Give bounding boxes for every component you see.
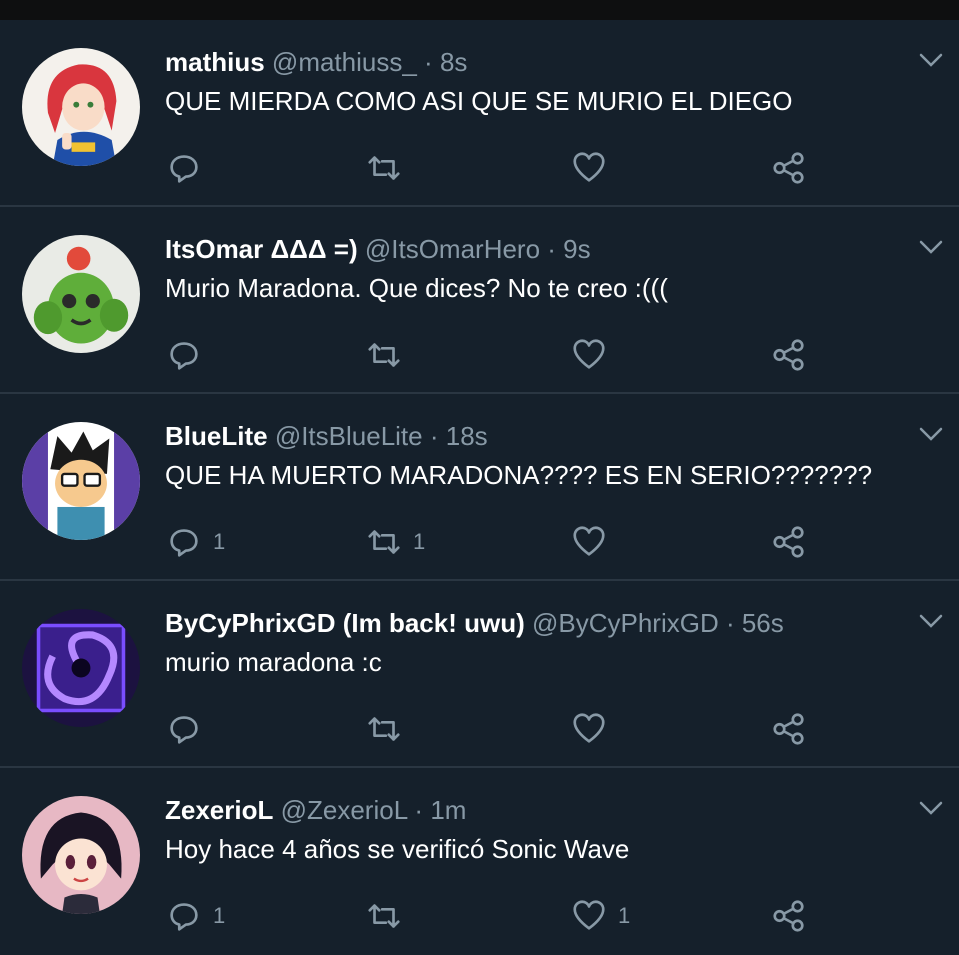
- retweet-icon: [368, 717, 400, 741]
- heart-icon: [573, 339, 605, 369]
- like-button[interactable]: [570, 709, 618, 749]
- tweet-feed: mathius @mathiuss_ · 8s QUE MIERDA COMO …: [0, 20, 959, 955]
- share-icon: [773, 900, 804, 932]
- retweet-button[interactable]: [365, 148, 413, 188]
- tweet-header: ByCyPhrixGD (Im back! uwu) @ByCyPhrixGD …: [165, 607, 784, 639]
- reply-icon: [170, 716, 198, 744]
- tweet[interactable]: ItsOmar ΔΔΔ =) @ItsOmarHero · 9s Murio M…: [0, 207, 959, 394]
- like-button[interactable]: 1: [570, 896, 630, 936]
- retweet-icon: [368, 156, 400, 180]
- like-count: 1: [618, 903, 631, 928]
- retweet-icon: [368, 530, 400, 554]
- tweet-actions: [165, 335, 825, 375]
- handle[interactable]: @ItsOmarHero: [365, 234, 540, 264]
- display-name[interactable]: ZexerioL: [165, 795, 273, 825]
- tweet-actions: [165, 709, 825, 749]
- avatar[interactable]: [22, 422, 140, 540]
- timestamp[interactable]: 56s: [742, 608, 784, 638]
- chevron-down-icon[interactable]: [917, 424, 945, 444]
- timestamp[interactable]: 18s: [446, 421, 488, 451]
- display-name[interactable]: ByCyPhrixGD (Im back! uwu): [165, 608, 525, 638]
- share-button[interactable]: [770, 896, 808, 936]
- tweet-text: Hoy hace 4 años se verificó Sonic Wave: [165, 834, 630, 864]
- tweet-actions: 1 1: [165, 896, 825, 936]
- timestamp[interactable]: 1m: [430, 795, 466, 825]
- share-button[interactable]: [770, 335, 808, 375]
- share-button[interactable]: [770, 522, 808, 562]
- top-bar: [0, 0, 959, 20]
- separator: ·: [407, 795, 431, 825]
- heart-icon: [573, 713, 605, 743]
- tweet-header: ItsOmar ΔΔΔ =) @ItsOmarHero · 9s: [165, 233, 591, 265]
- tweet[interactable]: mathius @mathiuss_ · 8s QUE MIERDA COMO …: [0, 20, 959, 207]
- heart-icon: [573, 900, 605, 930]
- tweet-text: Murio Maradona. Que dices? No te creo :(…: [165, 273, 668, 303]
- tweet-text: QUE HA MUERTO MARADONA???? ES EN SERIO??…: [165, 460, 873, 490]
- reply-button[interactable]: [165, 709, 213, 749]
- like-button[interactable]: [570, 335, 618, 375]
- handle[interactable]: @ItsBlueLite: [275, 421, 423, 451]
- share-icon: [773, 713, 804, 745]
- avatar[interactable]: [22, 609, 140, 727]
- retweet-button[interactable]: 1: [365, 522, 425, 562]
- handle[interactable]: @mathiuss_: [272, 47, 417, 77]
- retweet-button[interactable]: [365, 709, 413, 749]
- tweet-header: BlueLite @ItsBlueLite · 18s: [165, 420, 488, 452]
- reply-icon: [170, 155, 198, 183]
- like-button[interactable]: [570, 522, 618, 562]
- reply-count: 1: [213, 903, 226, 928]
- like-button[interactable]: [570, 148, 618, 188]
- separator: ·: [540, 234, 564, 264]
- tweet-text: murio maradona :c: [165, 647, 382, 677]
- reply-count: 1: [213, 529, 226, 554]
- timestamp[interactable]: 8s: [440, 47, 467, 77]
- share-icon: [773, 152, 804, 184]
- reply-icon: [170, 529, 198, 557]
- tweet[interactable]: ByCyPhrixGD (Im back! uwu) @ByCyPhrixGD …: [0, 581, 959, 768]
- avatar[interactable]: [22, 235, 140, 353]
- chevron-down-icon[interactable]: [917, 798, 945, 818]
- heart-icon: [573, 526, 605, 556]
- share-button[interactable]: [770, 709, 808, 749]
- tweet[interactable]: BlueLite @ItsBlueLite · 18s QUE HA MUERT…: [0, 394, 959, 581]
- display-name[interactable]: ItsOmar ΔΔΔ =): [165, 234, 358, 264]
- display-name[interactable]: mathius: [165, 47, 265, 77]
- reply-icon: [170, 342, 198, 370]
- retweet-icon: [368, 904, 400, 928]
- retweet-button[interactable]: [365, 896, 413, 936]
- reply-button[interactable]: 1: [165, 896, 225, 936]
- tweet-text: QUE MIERDA COMO ASI QUE SE MURIO EL DIEG…: [165, 86, 793, 116]
- share-icon: [773, 339, 804, 371]
- handle[interactable]: @ZexerioL: [281, 795, 408, 825]
- share-button[interactable]: [770, 148, 808, 188]
- separator: ·: [718, 608, 742, 638]
- chevron-down-icon[interactable]: [917, 611, 945, 631]
- reply-icon: [170, 903, 198, 931]
- retweet-count: 1: [413, 529, 426, 554]
- chevron-down-icon[interactable]: [917, 237, 945, 257]
- avatar[interactable]: [22, 796, 140, 914]
- handle[interactable]: @ByCyPhrixGD: [532, 608, 719, 638]
- reply-button[interactable]: [165, 148, 213, 188]
- share-icon: [773, 526, 804, 558]
- tweet-actions: [165, 148, 825, 188]
- retweet-icon: [368, 343, 400, 367]
- separator: ·: [416, 47, 440, 77]
- heart-icon: [573, 152, 605, 182]
- display-name[interactable]: BlueLite: [165, 421, 268, 451]
- reply-button[interactable]: 1: [165, 522, 225, 562]
- tweet-actions: 1 1: [165, 522, 825, 562]
- timestamp[interactable]: 9s: [563, 234, 590, 264]
- reply-button[interactable]: [165, 335, 213, 375]
- retweet-button[interactable]: [365, 335, 413, 375]
- chevron-down-icon[interactable]: [917, 50, 945, 70]
- tweet-header: mathius @mathiuss_ · 8s: [165, 46, 467, 78]
- tweet[interactable]: ZexerioL @ZexerioL · 1m Hoy hace 4 años …: [0, 768, 959, 955]
- tweet-header: ZexerioL @ZexerioL · 1m: [165, 794, 466, 826]
- separator: ·: [422, 421, 446, 451]
- avatar[interactable]: [22, 48, 140, 166]
